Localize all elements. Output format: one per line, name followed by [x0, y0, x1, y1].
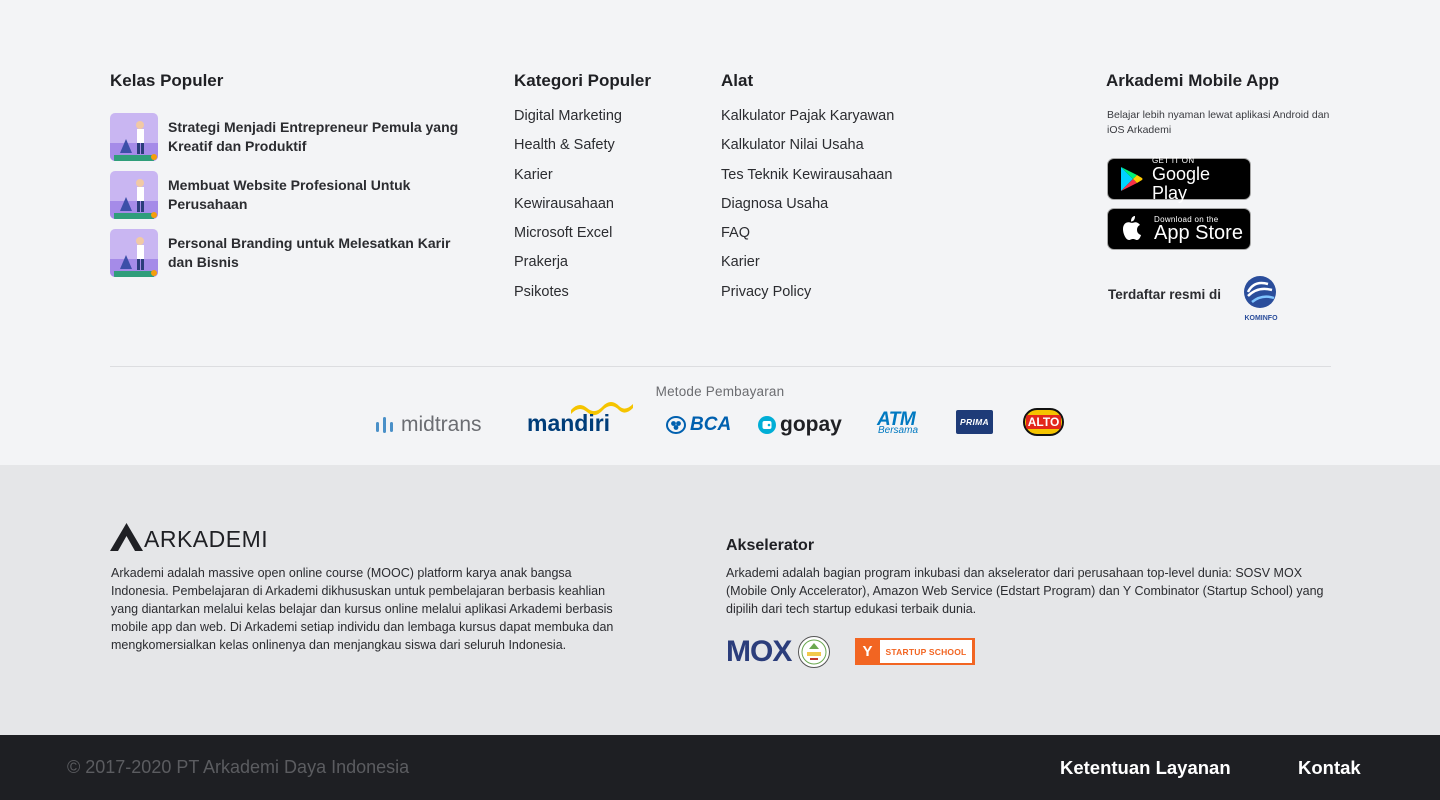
mox-logo: MOX	[726, 635, 831, 669]
tool-link[interactable]: Karier	[721, 254, 894, 283]
accelerator-description: Arkademi adalah bagian program inkubasi …	[726, 566, 1324, 616]
midtrans-icon	[376, 417, 393, 433]
tool-link[interactable]: Diagnosa Usaha	[721, 196, 894, 225]
accelerator-title: Akselerator	[726, 537, 815, 554]
apple-icon	[1123, 216, 1141, 240]
course-thumbnail	[110, 171, 158, 219]
copyright-text: © 2017-2020 PT Arkademi Daya Indonesia	[67, 757, 410, 777]
prima-text: PRIMA	[960, 417, 989, 427]
popular-categories-title: Kategori Populer	[514, 71, 651, 90]
mobile-app-description: Belajar lebih nyaman lewat aplikasi Andr…	[1107, 109, 1330, 136]
contact-link[interactable]: Kontak	[1298, 757, 1361, 779]
kominfo-logo: KOMINFO	[1240, 274, 1282, 322]
course-title: Membuat Website Profesional Untuk Perusa…	[168, 177, 411, 212]
gopay-logo: gopay	[757, 413, 842, 437]
category-link[interactable]: Karier	[514, 167, 622, 196]
yc-letter: Y	[862, 643, 873, 660]
section-divider	[110, 366, 1331, 367]
gopay-text: gopay	[780, 413, 842, 436]
category-link[interactable]: Health & Safety	[514, 137, 622, 166]
category-link[interactable]: Prakerja	[514, 254, 622, 283]
midtrans-logo: midtrans	[375, 413, 482, 437]
google-play-big-label: Google Play	[1151, 163, 1211, 203]
course-thumbnail	[110, 113, 158, 161]
popular-categories-list: Digital Marketing Health & Safety Karier…	[514, 108, 622, 313]
gopay-icon	[758, 416, 776, 434]
midtrans-text: midtrans	[401, 413, 482, 436]
tool-link[interactable]: Kalkulator Nilai Usaha	[721, 137, 894, 166]
atm-bersama-text: Bersama	[878, 425, 919, 436]
arkademi-logo[interactable]: ARKADEMI	[110, 521, 268, 551]
yc-startup-school-label: STARTUP SCHOOL	[880, 640, 972, 663]
tool-link[interactable]: Tes Teknik Kewirausahaan	[721, 167, 894, 196]
google-play-button[interactable]: GET IT ON Google Play	[1107, 156, 1251, 203]
tools-title: Alat	[721, 71, 754, 90]
popular-class-item[interactable]: Membuat Website Profesional Untuk Perusa…	[110, 171, 470, 219]
payment-methods-title: Metode Pembayaran	[655, 384, 785, 399]
course-title: Personal Branding untuk Melesatkan Karir…	[168, 235, 451, 270]
category-link[interactable]: Psikotes	[514, 284, 622, 313]
kominfo-label: KOMINFO	[1244, 315, 1278, 322]
category-link[interactable]: Microsoft Excel	[514, 225, 622, 254]
about-description: Arkademi adalah massive open online cour…	[111, 566, 614, 652]
alto-logo: ALTO	[1023, 408, 1064, 436]
mandiri-logo: mandiri	[527, 400, 637, 436]
course-title: Strategi Menjadi Entrepreneur Pemula yan…	[168, 119, 459, 154]
mobile-app-title: Arkademi Mobile App	[1106, 71, 1280, 90]
terms-of-service-link[interactable]: Ketentuan Layanan	[1060, 757, 1231, 779]
mandiri-text: mandiri	[527, 410, 611, 436]
footer-about-section: ARKADEMI Arkademi adalah massive open on…	[0, 465, 1440, 735]
bca-icon	[666, 416, 686, 434]
category-link[interactable]: Digital Marketing	[514, 108, 622, 137]
tool-link[interactable]: FAQ	[721, 225, 894, 254]
popular-class-item[interactable]: Strategi Menjadi Entrepreneur Pemula yan…	[110, 113, 470, 161]
app-store-big-label: App Store	[1154, 222, 1243, 244]
arkademi-a-icon	[110, 523, 143, 551]
bca-text: BCA	[690, 414, 732, 435]
popular-class-item[interactable]: Personal Branding untuk Melesatkan Karir…	[110, 229, 470, 277]
app-store-button[interactable]: Download on the App Store	[1107, 208, 1251, 250]
footer-bottom-bar: © 2017-2020 PT Arkademi Daya Indonesia K…	[0, 735, 1440, 800]
mox-text: MOX	[726, 635, 792, 668]
atm-bersama-logo: ATM Bersama	[876, 409, 922, 437]
tools-list: Kalkulator Pajak Karyawan Kalkulator Nil…	[721, 108, 894, 313]
registered-label: Terdaftar resmi di	[1108, 287, 1222, 302]
tool-link[interactable]: Kalkulator Pajak Karyawan	[721, 108, 894, 137]
footer-top-section: Kelas Populer Strategi Menjadi Entrepren…	[0, 0, 1440, 465]
tool-link[interactable]: Privacy Policy	[721, 284, 894, 313]
course-thumbnail	[110, 229, 158, 277]
popular-classes-title: Kelas Populer	[110, 71, 224, 90]
prima-logo: PRIMA	[956, 410, 993, 434]
aws-member-badge-icon	[798, 636, 831, 668]
kominfo-icon	[1244, 276, 1276, 308]
google-play-icon	[1120, 167, 1143, 191]
category-link[interactable]: Kewirausahaan	[514, 196, 622, 225]
ycombinator-startup-school-logo: Y STARTUP SCHOOL	[855, 638, 975, 665]
bca-logo: BCA	[666, 414, 731, 436]
arkademi-logo-text: ARKADEMI	[144, 526, 269, 552]
alto-text: ALTO	[1025, 415, 1062, 429]
